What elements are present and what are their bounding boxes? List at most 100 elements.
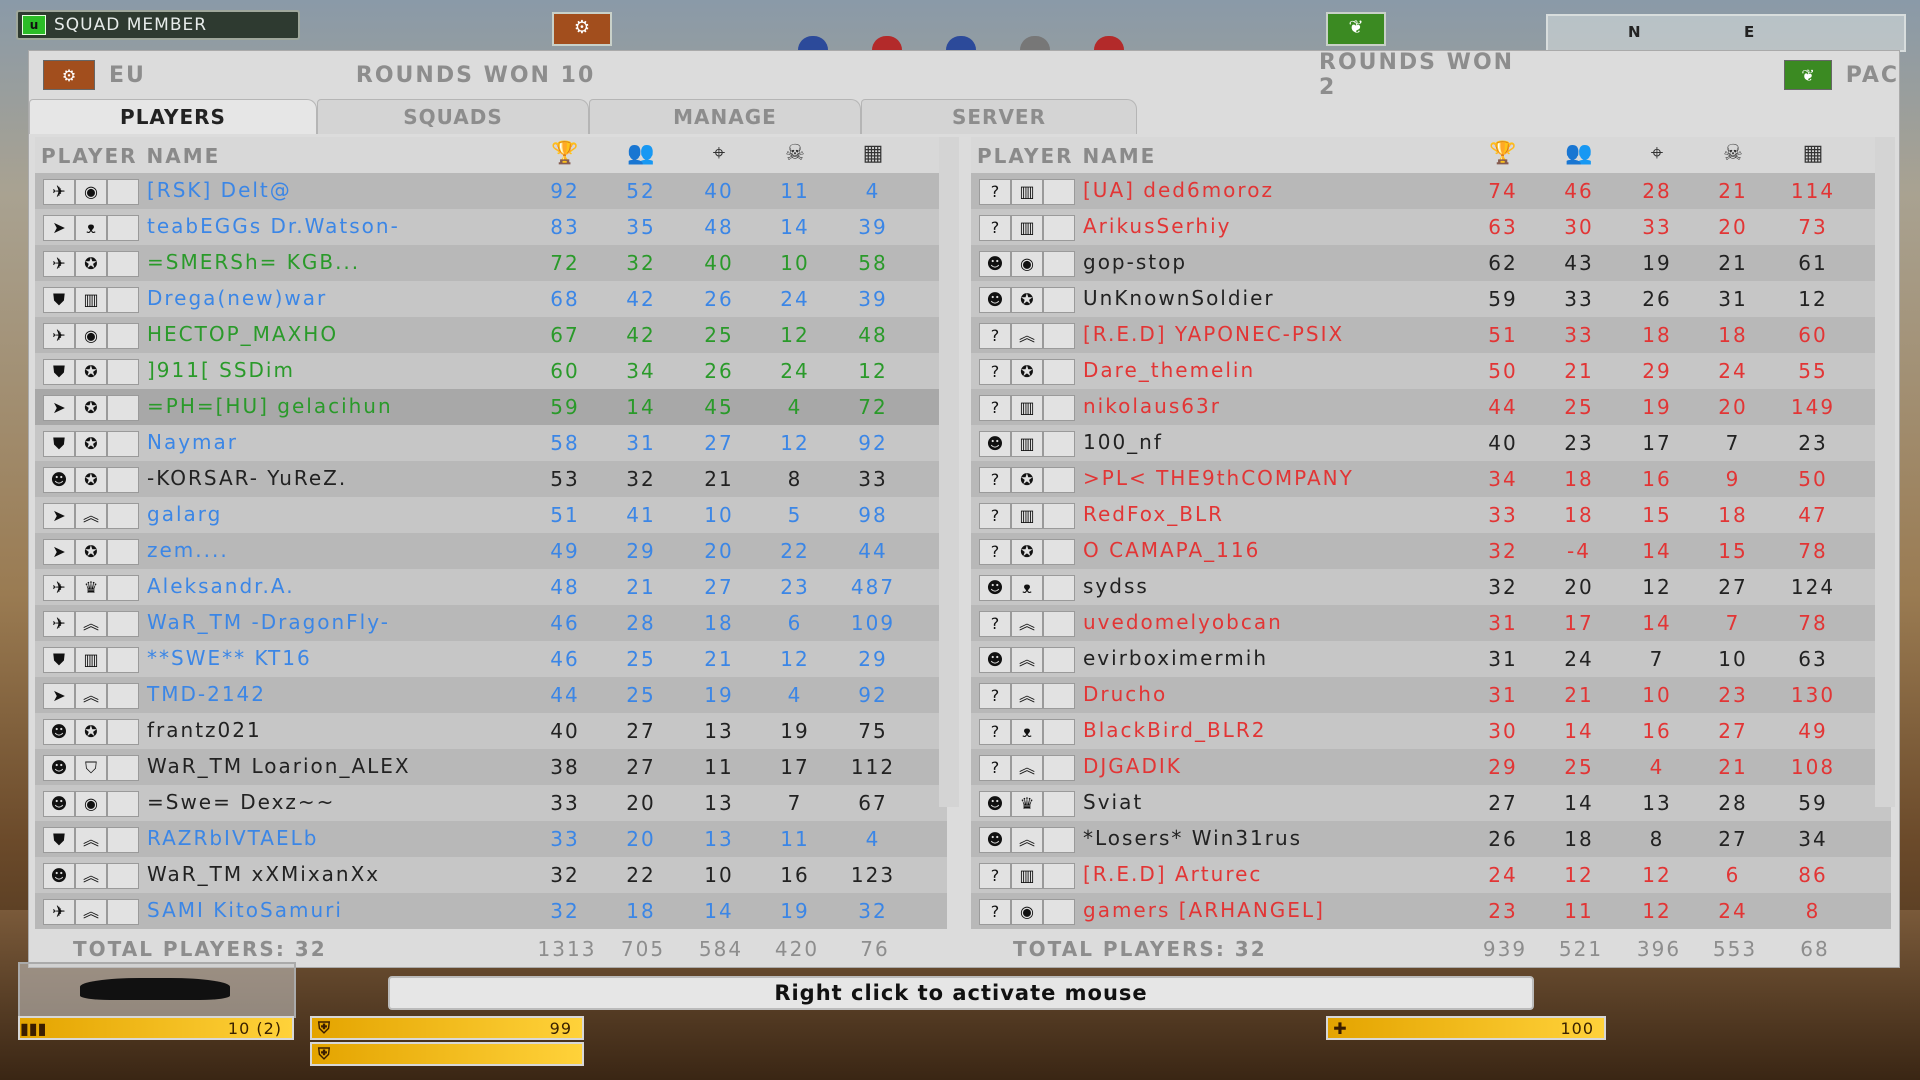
player-stat: 78 <box>1798 539 1828 563</box>
crosshair-icon[interactable]: ⌖ <box>1641 141 1673 169</box>
player-row[interactable]: ➤ ︽ TMD-2142 44 25 19 4 92 <box>35 677 947 713</box>
player-list-left: ✈ ◉ [RSK] Delt@ 92 52 40 11 4 ➤ ᴥ teabEGGs Dr.Wats… <box>35 173 947 929</box>
player-row[interactable]: ? ︽ DJGADIK 29 25 4 21 108 <box>971 749 1891 785</box>
player-stat: 18 <box>626 899 656 923</box>
player-row[interactable]: ☻ ♛ Sviat 27 14 13 28 59 <box>971 785 1891 821</box>
ping-icon[interactable]: ▦ <box>857 141 889 169</box>
player-row[interactable]: ☻ ▥ 100_nf 40 23 17 7 23 <box>971 425 1891 461</box>
player-row[interactable]: ? ✪ Dare_themelin 50 21 29 24 55 <box>971 353 1891 389</box>
kit-icon: ? <box>979 323 1011 349</box>
voip-icon <box>107 791 139 817</box>
player-row[interactable]: ? ✪ O CAMAPA_116 32 -4 14 15 78 <box>971 533 1891 569</box>
player-stat: 11 <box>780 827 810 851</box>
team-right-name: PAC <box>1845 62 1899 88</box>
rank-icon: ︽ <box>1011 323 1043 349</box>
trophy-icon[interactable]: 🏆 <box>1487 141 1519 169</box>
player-row[interactable]: ⛊ ︽ RAZRbIVTAELb 33 20 13 11 4 <box>35 821 947 857</box>
player-name: Drega(new)war <box>147 286 328 310</box>
player-row[interactable]: ⛊ ▥ **SWE** KT16 46 25 21 12 29 <box>35 641 947 677</box>
player-row[interactable]: ✈ ✪ =SMERSh= KGB... 72 32 40 10 58 <box>35 245 947 281</box>
player-row[interactable]: ✈ ◉ [RSK] Delt@ 92 52 40 11 4 <box>35 173 947 209</box>
player-row[interactable]: ? ▥ RedFox_BLR 33 18 15 18 47 <box>971 497 1891 533</box>
tab-server[interactable]: SERVER <box>861 99 1137 134</box>
player-row[interactable]: ? ✪ >PL< THE9thCOMPANY 34 18 16 9 50 <box>971 461 1891 497</box>
player-row[interactable]: ☻ ◉ =Swe= Dexz~~ 33 20 13 7 67 <box>35 785 947 821</box>
ping-icon[interactable]: ▦ <box>1797 141 1829 169</box>
player-row[interactable]: ➤ ✪ zem.... 49 29 20 22 44 <box>35 533 947 569</box>
player-stat: 16 <box>1642 467 1672 491</box>
kit-icon: ⛊ <box>43 827 75 853</box>
player-row[interactable]: ? ︽ [R.E.D] YAPONEC-PSIX 51 33 18 18 60 <box>971 317 1891 353</box>
voip-icon <box>1043 503 1075 529</box>
skull-icon[interactable]: ☠ <box>1717 141 1749 169</box>
player-row[interactable]: ? ︽ Drucho 31 21 10 23 130 <box>971 677 1891 713</box>
scoreboard-tabs: PLAYERS SQUADS MANAGE SERVER <box>29 99 1899 135</box>
armor-bar-secondary: ⛨ <box>310 1042 584 1066</box>
player-stat: 40 <box>704 179 734 203</box>
shield-icon: ⛨ <box>317 1044 330 1063</box>
player-stat: 108 <box>1790 755 1836 779</box>
player-row[interactable]: ☻ ✪ frantz021 40 27 13 19 75 <box>35 713 947 749</box>
player-row[interactable]: ➤ ᴥ teabEGGs Dr.Watson- 83 35 48 14 39 <box>35 209 947 245</box>
player-row[interactable]: ✈ ︽ SAMI KitoSamuri 32 18 14 19 32 <box>35 893 947 929</box>
tab-players[interactable]: PLAYERS <box>29 99 317 134</box>
player-stat: 59 <box>1798 791 1828 815</box>
player-name: [R.E.D] Arturec <box>1083 862 1263 886</box>
teamwork-icon[interactable]: 👥 <box>1563 141 1595 169</box>
player-row[interactable]: ✈ ♛ Aleksandr.A. 48 21 27 23 487 <box>35 569 947 605</box>
player-stat: 25 <box>1564 395 1594 419</box>
player-name-header[interactable]: PLAYER NAME <box>41 144 220 168</box>
player-row[interactable]: ✈ ◉ HECTOP_MAXHO 67 42 25 12 48 <box>35 317 947 353</box>
rank-icon: ◉ <box>1011 251 1043 277</box>
teamwork-icon[interactable]: 👥 <box>625 141 657 169</box>
rank-icon: ✪ <box>75 251 107 277</box>
player-stat: 60 <box>550 359 580 383</box>
player-stat: 28 <box>626 611 656 635</box>
crosshair-icon[interactable]: ⌖ <box>703 141 735 169</box>
player-stat: 23 <box>1798 431 1828 455</box>
tab-squads[interactable]: SQUADS <box>317 99 589 134</box>
rank-icon: ✪ <box>75 359 107 385</box>
scrollbar-left[interactable] <box>939 137 959 807</box>
player-row[interactable]: ⛊ ✪]911[ SSDim 60 34 26 24 12 <box>35 353 947 389</box>
player-stat: 26 <box>704 287 734 311</box>
player-row[interactable]: ? ▥ [UA] ded6moroz 74 46 28 21 114 <box>971 173 1891 209</box>
player-row[interactable]: ☻ ᴥ sydss 32 20 12 27 124 <box>971 569 1891 605</box>
team-right-rounds: ROUNDS WON 2 <box>1319 50 1515 100</box>
player-row[interactable]: ☻ ✪ -KORSAR- YuReZ. 53 32 21 8 33 <box>35 461 947 497</box>
player-row[interactable]: ⛊ ✪ Naymar 58 31 27 12 92 <box>35 425 947 461</box>
player-row[interactable]: ➤ ✪ =PH=[HU] gelacihun 59 14 45 4 72 <box>35 389 947 425</box>
player-stat: 33 <box>1488 503 1518 527</box>
player-row[interactable]: ✈ ︽ WaR_TM -DragonFly- 46 28 18 6 109 <box>35 605 947 641</box>
player-row[interactable]: ? ᴥ BlackBird_BLR2 30 14 16 27 49 <box>971 713 1891 749</box>
player-row[interactable]: ☻ ✪ UnKnownSoldier 59 33 26 31 12 <box>971 281 1891 317</box>
player-row[interactable]: ? ▥ ArikusSerhiy 63 30 33 20 73 <box>971 209 1891 245</box>
player-name-header[interactable]: PLAYER NAME <box>977 144 1156 168</box>
player-stat: 50 <box>1488 359 1518 383</box>
player-stat: 63 <box>1488 215 1518 239</box>
player-row[interactable]: ☻ ◉ gop-stop 62 43 19 21 61 <box>971 245 1891 281</box>
player-row[interactable]: ☻ ︽ WaR_TM xXMixanXx 32 22 10 16 123 <box>35 857 947 893</box>
tab-manage[interactable]: MANAGE <box>589 99 861 134</box>
player-row[interactable]: ➤ ︽ galarg 51 41 10 5 98 <box>35 497 947 533</box>
player-row[interactable]: ? ▥ [R.E.D] Arturec 24 12 12 6 86 <box>971 857 1891 893</box>
player-row[interactable]: ☻ ⛉ WaR_TM Loarion_ALEX 38 27 11 17 112 <box>35 749 947 785</box>
player-stat: 60 <box>1798 323 1828 347</box>
skull-icon[interactable]: ☠ <box>779 141 811 169</box>
player-row[interactable]: ☻ ︽ *Losers* Win31rus 26 18 8 27 34 <box>971 821 1891 857</box>
trophy-icon[interactable]: 🏆 <box>549 141 581 169</box>
kit-icon: ➤ <box>43 503 75 529</box>
player-row[interactable]: ? ◉ gamers [ARHANGEL] 23 11 12 24 8 <box>971 893 1891 929</box>
player-stat: 32 <box>550 863 580 887</box>
player-name: DJGADIK <box>1083 754 1182 778</box>
player-row[interactable]: ? ︽ uvedomelyobcan 31 17 14 7 78 <box>971 605 1891 641</box>
player-stat: 15 <box>1718 539 1748 563</box>
player-stat: 92 <box>858 683 888 707</box>
player-stat: 24 <box>780 287 810 311</box>
player-row[interactable]: ☻ ︽ evirboximermih 31 24 7 10 63 <box>971 641 1891 677</box>
player-row[interactable]: ⛊ ▥ Drega(new)war 68 42 26 24 39 <box>35 281 947 317</box>
player-row[interactable]: ? ▥ nikolaus63r 44 25 19 20 149 <box>971 389 1891 425</box>
player-stat: 55 <box>1798 359 1828 383</box>
scrollbar-right[interactable] <box>1875 137 1895 807</box>
player-stat: 29 <box>1488 755 1518 779</box>
